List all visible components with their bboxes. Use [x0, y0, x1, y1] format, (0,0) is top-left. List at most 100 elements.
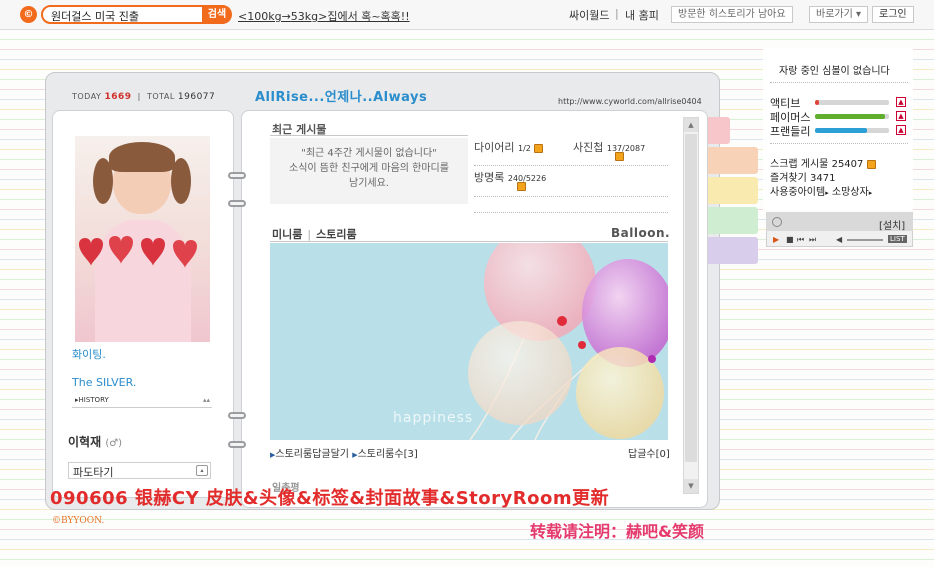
shortcut-dropdown[interactable]: 바로가기 ▾ [809, 6, 868, 23]
hompy-url[interactable]: http://www.cyworld.com/allrise0404 [558, 97, 702, 106]
menu-tab-home[interactable] [708, 117, 730, 144]
favorite-stat[interactable]: 즐겨찾기 3471 [770, 169, 835, 184]
scrap-stat[interactable]: 스크랩 게시물 25407 [770, 155, 876, 170]
cyworld-logo-icon[interactable]: © [20, 6, 37, 23]
story-image-caption: happiness [393, 410, 474, 426]
owner-name: 이혁재 (♂) [68, 433, 122, 450]
recent-posts-empty: "최근 4주간 게시물이 없습니다" 소식이 뜸한 친구에게 마음의 한마디를 … [270, 138, 468, 204]
history-arrows-icon: ▴▴ [202, 396, 210, 404]
link-arrow-icon: ▸ [825, 189, 829, 197]
wave-select[interactable]: 파도타기 [68, 462, 211, 479]
active-up-icon[interactable]: ▲ [896, 97, 906, 107]
overlay-credit: 转载请注明：赫吧&笑颜 [530, 522, 704, 541]
photo-hair [109, 142, 175, 172]
stats-divider [474, 212, 668, 213]
new-badge-icon [615, 152, 624, 161]
heart-garland-icon [79, 236, 197, 268]
friendly-meter [815, 128, 889, 133]
binder-ring [228, 200, 246, 207]
history-toggle[interactable]: ▸HISTORY ▴▴ [72, 396, 212, 408]
player-install-link[interactable]: [설치] [879, 217, 905, 232]
story-count-link[interactable]: 스토리룸수 [358, 449, 404, 460]
play-icon[interactable]: ▶ [773, 235, 779, 244]
diary-label: 다이어리 [474, 141, 515, 154]
recent-empty-line-1: "최근 4주간 게시물이 없습니다" [301, 148, 437, 159]
new-badge-icon [517, 182, 526, 191]
photo-count: 137/2087 [606, 144, 646, 153]
visitor-counter: TODAY 1669 | TOTAL 196077 [72, 92, 215, 102]
binder-ring [228, 172, 246, 179]
prev-track-icon[interactable]: ⏮ [797, 235, 804, 245]
menu-tab-photo[interactable] [708, 207, 758, 234]
stats-divider [474, 165, 668, 166]
items-link[interactable]: 사용중아이템 [770, 187, 825, 198]
symbol-message: 자랑 중인 심볼이 없습니다 [779, 66, 890, 77]
story-divider [270, 241, 668, 242]
promo-link[interactable]: <100kg→53kg>집에서 혹~혹혹!! [238, 8, 410, 24]
friendly-up-icon[interactable]: ▲ [896, 125, 906, 135]
stop-icon[interactable]: ■ [786, 235, 794, 244]
mood-text-2: The SILVER. [72, 376, 137, 389]
tab-separator: | [307, 228, 312, 241]
panel-divider [770, 143, 908, 144]
story-title: Balloon. [611, 226, 671, 240]
photo-stat[interactable]: 사진첩 137/2087 [573, 139, 645, 155]
diary-count: 1/2 [517, 144, 531, 153]
today-count: 1669 [104, 92, 132, 102]
new-badge-icon [534, 143, 544, 153]
room-tabs: 미니룸 | 스토리룸 [272, 226, 357, 242]
wish-box-link[interactable]: 소망상자 [832, 187, 869, 198]
story-count-value: [3] [403, 449, 418, 460]
reply-count: 답글수[0] [628, 445, 670, 460]
guestbook-count: 240/5226 [507, 174, 547, 183]
profile-photo [75, 136, 210, 342]
story-links: ▶스토리룸답글달기 ▶스토리룸수[3] [270, 445, 418, 460]
tab-miniroom[interactable]: 미니룸 [272, 228, 302, 241]
next-track-icon[interactable]: ⏭ [809, 235, 816, 245]
recent-empty-line-2: 소식이 뜸한 친구에게 마음의 한마디를 [289, 163, 449, 174]
famous-up-icon[interactable]: ▲ [896, 111, 906, 121]
owner-name-text: 이혁재 [68, 435, 102, 449]
stats-divider [474, 196, 668, 197]
search-button[interactable]: 검색 [202, 5, 232, 24]
history-button[interactable]: 방문한 히스토리가 남아요 [671, 6, 793, 23]
login-button[interactable]: 로그인 [872, 6, 914, 23]
byyoon-watermark: ©BYYOON. [52, 516, 105, 526]
overlay-title: 090606 银赫CY 皮肤&头像&标签&封面故事&StoryRoom更新 [50, 488, 610, 509]
menu-tab-profile[interactable] [708, 147, 758, 174]
tab-storyroom[interactable]: 스토리룸 [316, 228, 356, 241]
scroll-down-icon[interactable]: ▼ [684, 479, 698, 493]
scroll-up-icon[interactable]: ▲ [684, 118, 698, 132]
wave-dropdown-icon[interactable]: ▴ [196, 465, 208, 476]
panel-divider [770, 82, 908, 83]
menu-tab-diary[interactable] [708, 177, 758, 204]
friendly-label: 프랜들리 [770, 125, 811, 138]
new-badge-icon [866, 159, 876, 169]
owner-gender: (♂) [105, 438, 123, 449]
famous-meter [815, 114, 889, 119]
diary-stat[interactable]: 다이어리 1/2 [474, 139, 544, 155]
top-separator: | [615, 7, 619, 20]
volume-slider[interactable] [847, 239, 883, 241]
volume-icon: ◀ [836, 235, 843, 244]
reply-count-label: 답글수 [628, 449, 656, 460]
guestbook-stat[interactable]: 방명록 240/5226 [474, 169, 546, 185]
total-label: TOTAL [146, 92, 175, 101]
scroll-thumb[interactable] [685, 134, 697, 462]
history-label: ▸HISTORY [75, 396, 109, 404]
binder-ring [228, 412, 246, 419]
active-meter [815, 100, 889, 105]
mood-text-1: 화이팅. [72, 348, 106, 361]
binder-ring [228, 441, 246, 448]
reply-count-value: [0] [655, 449, 670, 460]
item-links: 사용중아이템▸ 소망상자▸ [770, 183, 872, 198]
story-reply-link[interactable]: 스토리룸답글달기 [275, 449, 349, 460]
link-arrow-icon: ▸ [868, 189, 873, 197]
cyworld-link[interactable]: 싸이월드 [569, 7, 609, 23]
my-home-link[interactable]: 내 홈피 [625, 7, 659, 23]
hompy-title: AllRise...언제나..Always [255, 90, 428, 105]
total-count: 196077 [177, 92, 216, 102]
menu-tab-guestbook[interactable] [708, 237, 758, 264]
playlist-button[interactable]: LIST [888, 235, 907, 243]
guestbook-label: 방명록 [474, 171, 505, 184]
